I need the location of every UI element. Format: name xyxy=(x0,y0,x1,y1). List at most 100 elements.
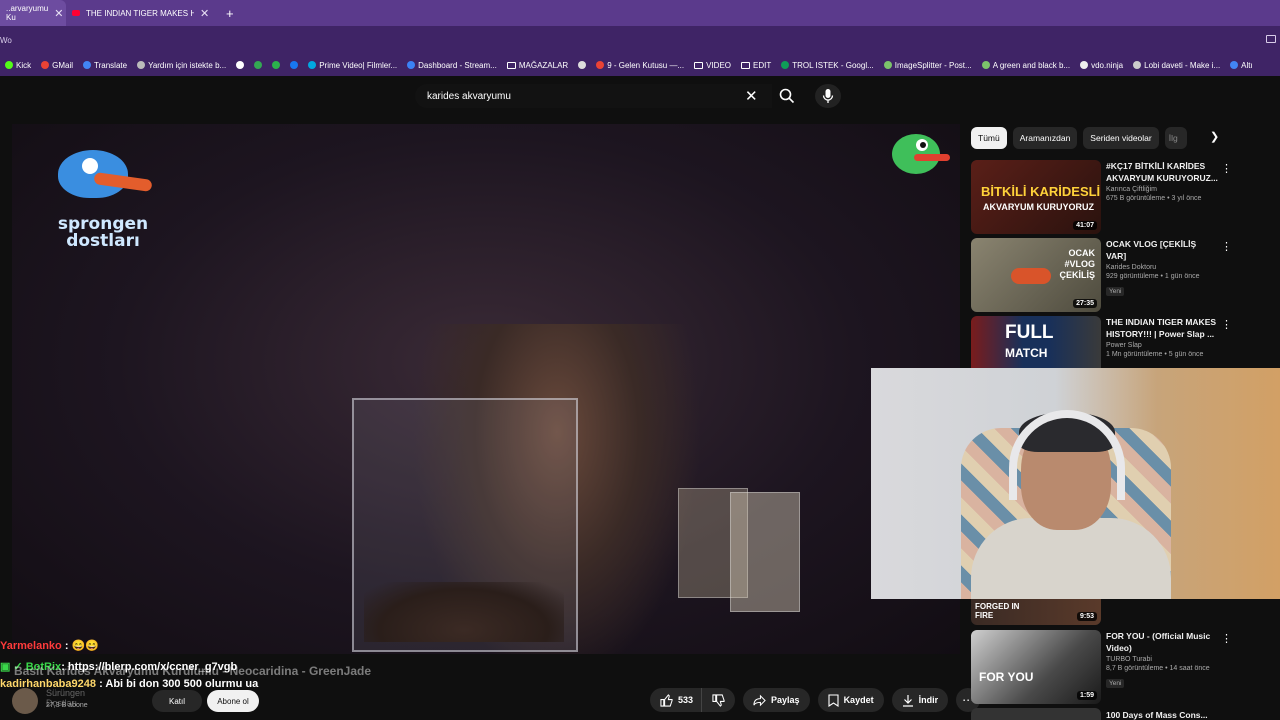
bookmark-item[interactable]: TROL ISTEK - Googl... xyxy=(776,61,879,70)
facebook-icon xyxy=(290,61,299,69)
recommendation-channel[interactable]: Karides Doktoru xyxy=(1106,264,1218,271)
bookmark-item[interactable]: Altı xyxy=(1225,61,1258,70)
bookmark-item[interactable]: A green and black b... xyxy=(977,61,1075,70)
sheets-icon xyxy=(781,61,790,69)
bookmark-item[interactable]: 9 - Gelen Kutusu —... xyxy=(591,61,689,70)
video-thumbnail[interactable]: BİTKİLİ KARİDESLİ AKVARYUM KURUYORUZ 41:… xyxy=(971,160,1101,234)
video-thumbnail[interactable] xyxy=(971,708,1101,720)
chip-from-search[interactable]: Aramanızdan xyxy=(1012,127,1078,149)
gmail-icon xyxy=(41,61,50,69)
bookmark-item[interactable]: Prime Video| Filmler... xyxy=(303,61,402,70)
search-button[interactable] xyxy=(772,84,802,108)
bookmark-item[interactable] xyxy=(573,61,591,69)
video-actions: 533 Paylaş Kaydet İndir ⋯ xyxy=(650,688,981,712)
new-badge: Yeni xyxy=(1106,287,1125,296)
voice-search-button[interactable] xyxy=(815,84,841,108)
bookmark-item[interactable] xyxy=(285,61,303,69)
recommendation-title[interactable]: 100 Days of Mass Cons... xyxy=(1106,710,1208,720)
channel-row: Sürüngen Dostları 27,3 B abone Katıl Abo… xyxy=(12,688,259,714)
video-frame-substrate xyxy=(364,582,564,642)
more-options-icon[interactable]: ⋮ xyxy=(1221,318,1232,331)
channel-avatar[interactable] xyxy=(12,688,38,714)
bookmark-item[interactable]: Kick xyxy=(0,61,36,70)
chip-series[interactable]: Seriden videolar xyxy=(1083,127,1159,149)
bookmark-item[interactable]: Translate xyxy=(78,61,132,70)
bookmark-item[interactable] xyxy=(249,61,267,69)
tab-label: ..arvaryumu Ku xyxy=(6,4,49,22)
download-button[interactable]: İndir xyxy=(891,688,949,712)
bookmark-item[interactable]: Yardım için istekte b... xyxy=(132,61,231,70)
bookmark-item[interactable]: GMail xyxy=(36,61,78,70)
chevron-right-icon[interactable]: ❯ xyxy=(1210,130,1219,143)
bookmark-item[interactable]: ImageSplitter - Post... xyxy=(879,61,977,70)
bookmark-item[interactable]: Lobi daveti - Make i... xyxy=(1128,61,1225,70)
more-options-icon[interactable]: ⋮ xyxy=(1221,632,1232,645)
save-button[interactable]: Kaydet xyxy=(817,688,884,712)
globe-icon xyxy=(137,61,146,69)
bookmark-label: Kick xyxy=(16,60,32,70)
clear-search-icon[interactable]: ✕ xyxy=(745,87,758,105)
recommendation-channel[interactable]: TURBO Turabi xyxy=(1106,656,1218,663)
recommendation-channel[interactable]: Power Slap xyxy=(1106,342,1218,349)
bookmark-label: Altı xyxy=(1241,60,1253,70)
address-bar[interactable]: Wo xyxy=(0,26,1280,54)
search-input[interactable]: karides akvaryumu xyxy=(415,84,772,108)
video-thumbnail[interactable]: FORGED IN FIRE 9:53 xyxy=(971,599,1101,625)
share-button[interactable]: Paylaş xyxy=(743,688,810,712)
dislike-button[interactable] xyxy=(701,688,736,712)
close-icon[interactable]: ✕ xyxy=(200,7,209,20)
bookmark-icon xyxy=(828,693,839,707)
recommendation-title[interactable]: OCAK VLOG [ÇEKİLİŞ VAR] xyxy=(1106,238,1218,262)
recommendation-item[interactable]: BİTKİLİ KARİDESLİ AKVARYUM KURUYORUZ 41:… xyxy=(971,160,1232,234)
join-button[interactable]: Katıl xyxy=(152,690,202,712)
chip-related[interactable]: İlg xyxy=(1164,127,1187,149)
folder-icon xyxy=(506,61,516,69)
recommendation-item[interactable]: FOR YOU 1:59 FOR YOU - (Official Music V… xyxy=(971,630,1232,704)
video-title: Basit Karides Akvaryumu Kurulumu - Neoca… xyxy=(14,664,371,678)
recommendation-meta: 1 Mn görüntüleme • 5 gün önce xyxy=(1106,351,1204,358)
chip-all[interactable]: Tümü xyxy=(971,127,1007,149)
video-thumbnail[interactable]: FOR YOU 1:59 xyxy=(971,630,1101,704)
like-count: 533 xyxy=(678,695,694,705)
related-filter-chips: Tümü Aramanızdan Seriden videolar İlg xyxy=(971,127,1187,149)
subscribe-button[interactable]: Abone ol xyxy=(207,690,259,712)
share-label: Paylaş xyxy=(771,695,800,705)
bookmark-item[interactable]: Dashboard - Stream... xyxy=(402,61,502,70)
close-icon[interactable]: ✕ xyxy=(54,7,63,20)
thumbs-up-icon xyxy=(660,693,673,707)
image-icon xyxy=(883,61,892,69)
recommendation-title[interactable]: FOR YOU - (Official Music Video) xyxy=(1106,630,1218,654)
bookmark-label: Prime Video| Filmler... xyxy=(319,60,398,70)
tab-other[interactable]: THE INDIAN TIGER MAKES HIST ✕ xyxy=(66,0,218,26)
bookmark-label: Yardım için istekte b... xyxy=(148,60,227,70)
bookmark-item[interactable]: MAĞAZALAR xyxy=(502,61,573,70)
image-icon xyxy=(981,61,990,69)
doc-icon xyxy=(1230,61,1239,69)
more-options-icon[interactable]: ⋮ xyxy=(1221,162,1232,175)
video-thumbnail[interactable]: OCAK #VLOG ÇEKİLİŞ 27:35 xyxy=(971,238,1101,312)
bookmark-item[interactable]: EDIT xyxy=(736,61,776,70)
bookmark-item[interactable] xyxy=(231,61,249,69)
like-button[interactable]: 533 xyxy=(650,688,702,712)
webcam-streamer-body xyxy=(971,518,1171,599)
cast-icon[interactable] xyxy=(1266,35,1276,43)
recommendation-title[interactable]: #KÇ17 BİTKİLİ KARİDES AKVARYUM KURUYORUZ… xyxy=(1106,160,1218,184)
bookmark-label: Dashboard - Stream... xyxy=(418,60,497,70)
bookmark-item[interactable]: VIDEO xyxy=(689,61,736,70)
recommendation-item[interactable]: OCAK #VLOG ÇEKİLİŞ 27:35 OCAK VLOG [ÇEKİLİ… xyxy=(971,238,1232,312)
stream-icon xyxy=(407,61,416,69)
tab-current[interactable]: ..arvaryumu Ku ✕ xyxy=(0,0,66,26)
bookmarks-bar: Kick GMail Translate Yardım için istekte b.… xyxy=(0,54,1280,76)
recommendation-channel[interactable]: Karınca Çiftliğim xyxy=(1106,186,1218,193)
download-icon xyxy=(902,694,913,707)
chat-message: : 😄😄 xyxy=(64,640,99,652)
bookmark-label: VIDEO xyxy=(706,60,732,70)
more-options-icon[interactable]: ⋮ xyxy=(1221,240,1232,253)
new-tab-icon[interactable]: + xyxy=(226,6,234,21)
search-query: karides akvaryumu xyxy=(427,90,511,102)
recommendation-meta: 929 görüntüleme • 1 gün önce xyxy=(1106,273,1200,280)
bookmark-item[interactable]: vdo.ninja xyxy=(1075,61,1128,70)
recommendation-title[interactable]: THE INDIAN TIGER MAKES HISTORY!!! | Powe… xyxy=(1106,316,1218,340)
bookmark-label: Lobi daveti - Make i... xyxy=(1144,60,1221,70)
bookmark-item[interactable] xyxy=(267,61,285,69)
